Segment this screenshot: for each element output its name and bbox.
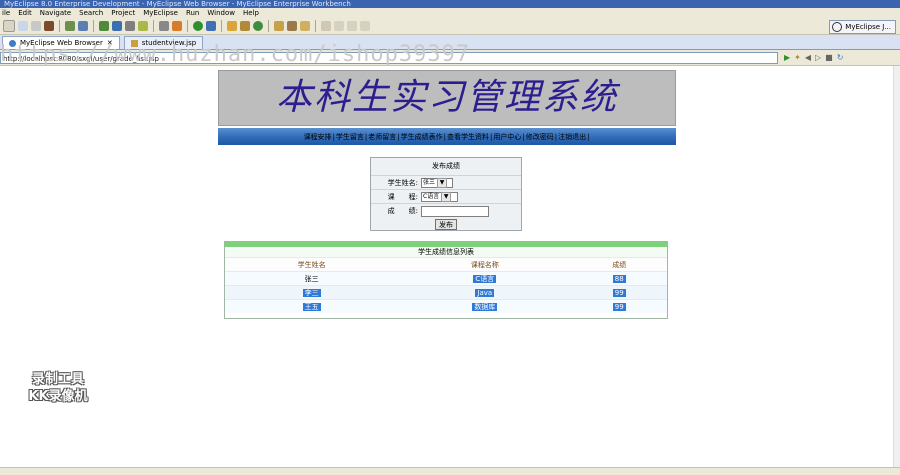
annotation-icon[interactable] — [321, 21, 331, 31]
nav-student-grades[interactable]: 学生成绩表作 — [401, 132, 443, 142]
nav-teacher-messages[interactable]: 老师留言 — [368, 132, 396, 142]
menu-edit[interactable]: Edit — [18, 9, 32, 17]
tools-icon[interactable] — [125, 21, 135, 31]
cell-student: 张三 — [304, 274, 319, 283]
menu-navigate[interactable]: Navigate — [40, 9, 71, 17]
nav-user-center[interactable]: 用户中心 — [493, 132, 521, 142]
table-header: 学生姓名 课程名称 成绩 — [225, 257, 667, 271]
table-row: 李三 Java 99 — [225, 285, 667, 299]
student-select[interactable]: 张三 ▼ — [421, 177, 453, 188]
new-icon[interactable] — [3, 20, 15, 32]
forward-icon[interactable] — [360, 21, 370, 31]
menu-help[interactable]: Help — [243, 9, 259, 17]
menu-run[interactable]: Run — [186, 9, 199, 17]
course-select[interactable]: C语言 ▼ — [421, 191, 458, 202]
external-tools-icon[interactable] — [206, 21, 216, 31]
next-annotation-icon[interactable] — [334, 21, 344, 31]
menu-bar: ile Edit Navigate Search Project MyEclip… — [0, 8, 900, 18]
menu-project[interactable]: Project — [111, 9, 135, 17]
perspective-switcher[interactable]: MyEclipse J... — [829, 20, 896, 34]
nav-course-schedule[interactable]: 课程安排 — [304, 132, 332, 142]
edit-icon[interactable] — [287, 21, 297, 31]
watermark-text: https://www.huzhan.com/ishop39397 — [0, 42, 471, 67]
cell-score: 99 — [612, 288, 626, 297]
col-score: 成绩 — [612, 260, 627, 269]
refresh-icon[interactable] — [253, 21, 263, 31]
cell-student: 李三 — [302, 288, 321, 297]
table-title: 学生成绩信息列表 — [225, 247, 667, 257]
nav-student-info[interactable]: 查看学生资料 — [447, 132, 489, 142]
myeclipse-perspective-icon — [832, 22, 843, 32]
run-icon[interactable] — [193, 21, 203, 31]
open-type-icon[interactable] — [240, 21, 250, 31]
print-icon[interactable] — [31, 21, 41, 31]
archive-icon[interactable] — [44, 21, 54, 31]
page-banner: 本科生实习管理系统 — [218, 70, 676, 126]
back-icon[interactable] — [347, 21, 357, 31]
chevron-down-icon: ▼ — [441, 191, 452, 202]
console-icon[interactable] — [159, 21, 169, 31]
recorder-line2: KK录像机 — [28, 389, 88, 404]
form-title: 发布成绩 — [432, 162, 460, 170]
publish-grade-form: 发布成绩 学生姓名: 张三 ▼ 课 程: C语言 ▼ 成 绩: 发布 — [370, 157, 522, 231]
student-label: 学生姓名: — [387, 178, 418, 187]
cell-score: 88 — [612, 274, 626, 283]
recorder-logo: 录制工具 KK录像机 — [18, 371, 98, 407]
menu-file[interactable]: ile — [2, 9, 10, 17]
new-class-icon[interactable] — [227, 21, 237, 31]
debug-icon[interactable] — [65, 21, 75, 31]
cell-score: 99 — [612, 302, 626, 311]
col-course-name: 课程名称 — [470, 260, 499, 269]
nav-student-messages[interactable]: 学生留言 — [336, 132, 364, 142]
menu-myeclipse[interactable]: MyEclipse — [143, 9, 178, 17]
db-icon[interactable] — [112, 21, 122, 31]
server-icon[interactable] — [99, 21, 109, 31]
vertical-scrollbar[interactable] — [893, 66, 900, 467]
recorder-line1: 录制工具 — [31, 372, 84, 387]
save-icon[interactable] — [18, 21, 28, 31]
cell-student: 王五 — [302, 302, 321, 311]
score-label: 成 绩: — [387, 207, 418, 215]
main-toolbar — [0, 18, 900, 35]
student-select-value: 张三 — [423, 178, 436, 186]
table-row: 王五 数据库 99 — [225, 299, 667, 313]
site-nav: 课程安排 | 学生留言 | 老师留言 | 学生成绩表作 | 查看学生资料 | 用户中心 | … — [218, 128, 676, 145]
cell-course: 数据库 — [472, 302, 498, 311]
nav-change-password[interactable]: 修改密码 — [526, 132, 554, 142]
course-label: 课 程: — [387, 192, 418, 201]
grade-table: 学生成绩信息列表 学生姓名 课程名称 成绩 张三 C语言 88 李三 Java … — [224, 241, 668, 319]
status-bar — [0, 467, 900, 475]
chevron-down-icon: ▼ — [437, 177, 448, 188]
menu-search[interactable]: Search — [79, 9, 103, 17]
cell-course: Java — [475, 288, 495, 297]
score-input[interactable] — [421, 205, 489, 217]
table-row: 张三 C语言 88 — [225, 271, 667, 285]
deploy-icon[interactable] — [78, 21, 88, 31]
cell-course: C语言 — [473, 274, 497, 283]
search-icon[interactable] — [300, 21, 310, 31]
menu-window[interactable]: Window — [207, 9, 235, 17]
browser-content: 本科生实习管理系统 课程安排 | 学生留言 | 老师留言 | 学生成绩表作 | 查看学生… — [0, 66, 893, 467]
col-student-name: 学生姓名 — [297, 260, 326, 269]
folder-icon[interactable] — [274, 21, 284, 31]
package-icon[interactable] — [172, 21, 182, 31]
publish-button[interactable]: 发布 — [435, 219, 457, 230]
nav-logout[interactable]: 注销退出 — [558, 132, 586, 142]
browser-icon[interactable] — [138, 21, 148, 31]
perspective-label: MyEclipse J... — [845, 23, 891, 31]
course-select-value: C语言 — [423, 192, 440, 200]
window-title: MyEclipse 8.0 Enterprise Development - M… — [0, 0, 900, 8]
